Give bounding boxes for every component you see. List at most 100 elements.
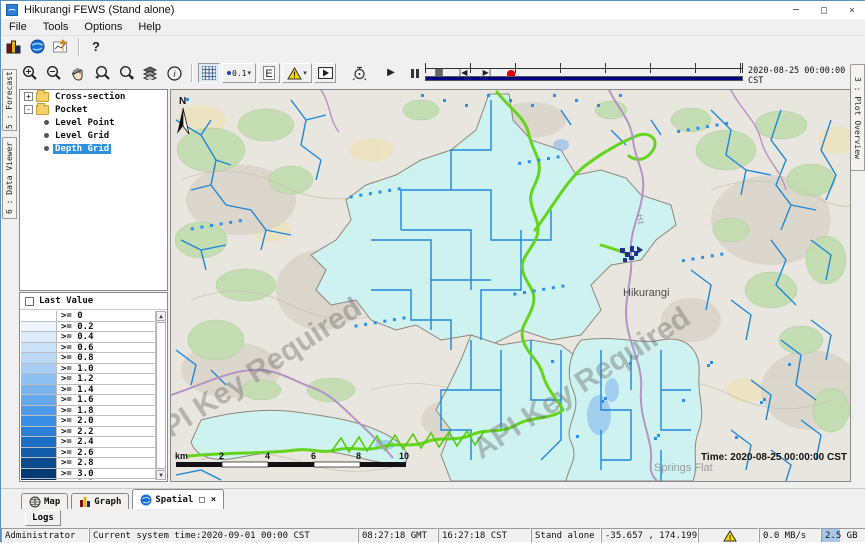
tab-map[interactable]: Map <box>21 493 68 509</box>
pause-button[interactable] <box>404 63 426 83</box>
main-toolbar: ? <box>1 36 865 57</box>
legend-row[interactable]: >= 0.6 <box>21 343 155 354</box>
tree-item-pocket[interactable]: - Pocket <box>20 103 167 116</box>
legend-row[interactable]: >= 2.0 <box>21 416 155 427</box>
warning-threshold-dropdown[interactable]: ! ▾ <box>282 63 312 83</box>
menu-tools[interactable]: Tools <box>35 21 77 33</box>
close-button[interactable]: × <box>838 1 865 19</box>
svg-text:!: ! <box>293 70 296 79</box>
left-tab-strip: 5 : Forecast 6 : Data Viewer <box>1 57 17 488</box>
map-time-label: Time: 2020-08-25 00:00:00 CST <box>701 452 847 463</box>
expander-icon[interactable]: - <box>24 105 33 114</box>
info-icon[interactable]: i <box>163 63 185 83</box>
scroll-down-icon[interactable]: ▼ <box>156 470 166 480</box>
contour-interval-value: 0.1 <box>232 69 246 78</box>
svg-text:i: i <box>173 69 176 79</box>
animation-settings-icon[interactable] <box>348 63 370 83</box>
legend-row[interactable]: >= 0.8 <box>21 353 155 364</box>
timeline-slider[interactable] <box>425 61 743 83</box>
scroll-thumb[interactable] <box>156 322 166 469</box>
timeline-progress-bar <box>425 76 743 81</box>
legend-swatch <box>21 416 57 426</box>
legend-row[interactable]: >= 1.6 <box>21 395 155 406</box>
expander-icon[interactable]: + <box>24 92 33 101</box>
map-globe-icon <box>29 496 41 508</box>
tab-close-icon[interactable]: × <box>211 495 216 505</box>
legend-row[interactable]: >= 1.8 <box>21 406 155 417</box>
legend-row[interactable]: >= 2.4 <box>21 437 155 448</box>
tab-spatial[interactable]: Spatial □ × <box>132 489 224 509</box>
timeline-ruler[interactable] <box>425 63 743 73</box>
tab-forecast[interactable]: 5 : Forecast <box>2 69 17 131</box>
tab-maximize-icon[interactable]: □ <box>199 495 204 505</box>
status-system-time: Current system time:2020-09-01 00:00 CST <box>89 528 358 543</box>
menu-options[interactable]: Options <box>76 21 130 33</box>
minimize-button[interactable]: ─ <box>782 1 810 19</box>
map-canvas[interactable]: API Key Required API Key Required Hikura… <box>171 90 850 481</box>
labels-toggle-button[interactable]: E <box>258 63 280 83</box>
map-view[interactable]: API Key Required API Key Required Hikura… <box>170 89 851 482</box>
legend-row[interactable]: >= 0.4 <box>21 332 155 343</box>
legend-swatch <box>21 374 57 384</box>
contour-interval-dropdown[interactable]: 0.1 ▾ <box>222 63 256 83</box>
logs-button[interactable]: Logs <box>25 510 61 526</box>
legend-row[interactable]: >= 3.2 <box>21 479 155 480</box>
database-chart-icon[interactable] <box>2 37 24 57</box>
tab-data-viewer[interactable]: 6 : Data Viewer <box>2 137 17 219</box>
legend-row[interactable]: >= 0 <box>21 311 155 322</box>
legend-label: >= 3.2 <box>57 479 94 480</box>
north-label: N <box>179 96 186 107</box>
legend-label: >= 0.2 <box>57 322 94 332</box>
zoom-out-icon[interactable] <box>43 63 65 83</box>
zoom-previous-icon[interactable] <box>91 63 113 83</box>
menu-help[interactable]: Help <box>130 21 169 33</box>
legend-row[interactable]: >= 1.4 <box>21 385 155 396</box>
legend-row[interactable]: >= 2.8 <box>21 458 155 469</box>
legend-swatch <box>21 343 57 353</box>
zoom-in-icon[interactable] <box>19 63 41 83</box>
tree-item-cross-section[interactable]: + Cross-section <box>20 90 167 103</box>
legend-row[interactable]: >= 0.2 <box>21 322 155 333</box>
legend-panel: Last Value >= 0>= 0.2>= 0.4>= 0.6>= 0.8>… <box>19 292 168 482</box>
tree-item-level-grid[interactable]: Level Grid <box>20 129 167 142</box>
legend-label: >= 1.0 <box>57 364 94 374</box>
legend-swatch <box>21 311 57 321</box>
status-warning-cell[interactable]: ! <box>698 528 759 543</box>
tree-item-depth-grid[interactable]: Depth Grid <box>20 142 167 155</box>
tab-plot-overview[interactable]: 3 : Plot Overview <box>850 64 865 171</box>
status-gmt-time: 08:27:18 GMT <box>358 528 438 543</box>
bullet-icon <box>44 133 49 138</box>
legend-swatch <box>21 332 57 342</box>
globe-icon[interactable] <box>26 37 48 57</box>
contour-dot-icon <box>227 71 231 75</box>
legend-scrollbar[interactable]: ▲ ▼ <box>155 311 166 480</box>
last-value-checkbox[interactable] <box>25 297 34 306</box>
status-memory: 2.5 GB <box>821 528 865 543</box>
layers-icon[interactable] <box>139 63 161 83</box>
svg-text:4: 4 <box>265 451 270 461</box>
legend-label: >= 1.8 <box>57 406 94 416</box>
legend-row[interactable]: >= 2.6 <box>21 448 155 459</box>
maximize-button[interactable]: □ <box>810 1 838 19</box>
spatial-globe-icon <box>140 494 152 506</box>
legend-swatch <box>21 437 57 447</box>
legend-row[interactable]: >= 1.0 <box>21 364 155 375</box>
grid-toggle-button[interactable] <box>198 63 220 83</box>
legend-row[interactable]: >= 3.0 <box>21 469 155 480</box>
animation-export-button[interactable] <box>314 63 336 83</box>
legend-row[interactable]: >= 2.2 <box>21 427 155 438</box>
tab-graph[interactable]: Graph <box>71 493 129 509</box>
tree-item-level-point[interactable]: Level Point <box>20 116 167 129</box>
play-button[interactable]: ▶ <box>380 63 402 83</box>
pan-hand-icon[interactable] <box>67 63 89 83</box>
legend-swatch <box>21 385 57 395</box>
menu-file[interactable]: File <box>1 21 35 33</box>
legend-row[interactable]: >= 1.2 <box>21 374 155 385</box>
help-button[interactable]: ? <box>92 39 100 54</box>
timeline-datetime: 2020-08-25 00:00:00 CST <box>748 66 864 86</box>
timeseries-icon[interactable] <box>50 37 72 57</box>
svg-text:2: 2 <box>219 451 224 461</box>
zoom-next-icon[interactable] <box>115 63 137 83</box>
legend-label: >= 0.8 <box>57 353 94 363</box>
scroll-up-icon[interactable]: ▲ <box>156 311 166 321</box>
